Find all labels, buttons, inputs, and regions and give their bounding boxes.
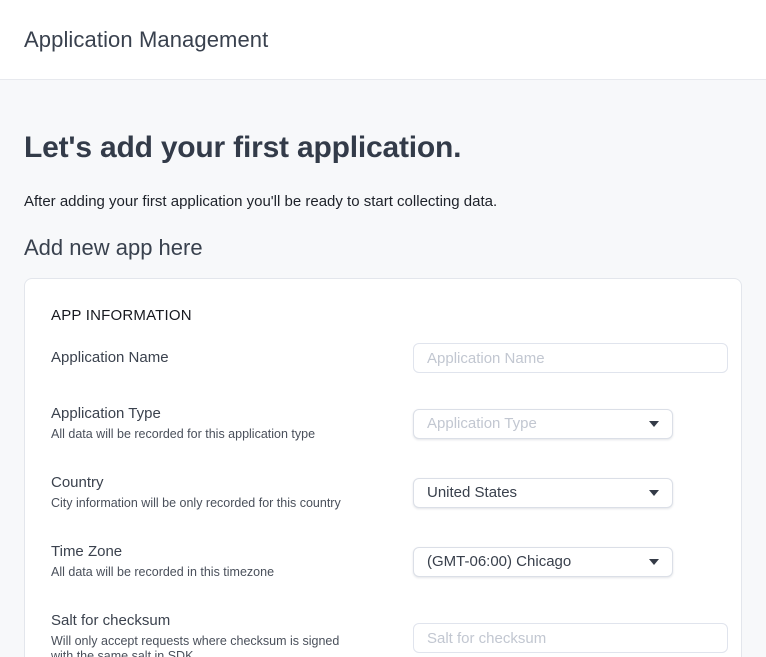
- application-type-label: Application Type: [51, 405, 393, 423]
- control-column: Application Type: [413, 409, 728, 439]
- time-zone-select[interactable]: (GMT-06:00) Chicago: [413, 547, 673, 577]
- time-zone-label: Time Zone: [51, 543, 393, 561]
- app-header: Application Management: [0, 0, 766, 80]
- chevron-down-icon: [649, 559, 659, 565]
- salt-for-checksum-input[interactable]: [413, 623, 728, 653]
- form-row-time-zone: Time Zone All data will be recorded in t…: [51, 543, 725, 580]
- application-type-select[interactable]: Application Type: [413, 409, 673, 439]
- application-type-select-value: Application Type: [427, 415, 537, 432]
- label-column: Salt for checksum Will only accept reque…: [51, 612, 413, 657]
- label-column: Application Type All data will be record…: [51, 405, 413, 442]
- label-column: Time Zone All data will be recorded in t…: [51, 543, 413, 580]
- page-body: Let's add your first application. After …: [0, 130, 766, 657]
- add-app-heading: Add new app here: [24, 234, 742, 261]
- form-row-country: Country City information will be only re…: [51, 474, 725, 511]
- intro-subtext: After adding your first application you'…: [24, 192, 742, 212]
- form-row-application-type: Application Type All data will be record…: [51, 405, 725, 442]
- intro-heading: Let's add your first application.: [24, 130, 742, 166]
- page-title: Application Management: [24, 27, 268, 53]
- chevron-down-icon: [649, 421, 659, 427]
- country-helper: City information will be only recorded f…: [51, 496, 393, 511]
- control-column: (GMT-06:00) Chicago: [413, 547, 728, 577]
- app-form-card: APP INFORMATION Application Name Applica…: [24, 278, 742, 657]
- country-select[interactable]: United States: [413, 478, 673, 508]
- form-row-application-name: Application Name: [51, 343, 725, 373]
- form-row-salt-for-checksum: Salt for checksum Will only accept reque…: [51, 612, 725, 657]
- application-name-input[interactable]: [413, 343, 728, 373]
- country-select-value: United States: [427, 484, 517, 501]
- control-column: [413, 623, 728, 653]
- application-name-label: Application Name: [51, 349, 393, 367]
- label-column: Application Name: [51, 349, 413, 367]
- time-zone-helper: All data will be recorded in this timezo…: [51, 565, 393, 580]
- label-column: Country City information will be only re…: [51, 474, 413, 511]
- chevron-down-icon: [649, 490, 659, 496]
- salt-for-checksum-helper: Will only accept requests where checksum…: [51, 634, 351, 657]
- application-type-helper: All data will be recorded for this appli…: [51, 427, 393, 442]
- card-section-title: APP INFORMATION: [51, 307, 725, 324]
- salt-for-checksum-label: Salt for checksum: [51, 612, 393, 630]
- time-zone-select-value: (GMT-06:00) Chicago: [427, 553, 571, 570]
- control-column: United States: [413, 478, 728, 508]
- country-label: Country: [51, 474, 393, 492]
- control-column: [413, 343, 728, 373]
